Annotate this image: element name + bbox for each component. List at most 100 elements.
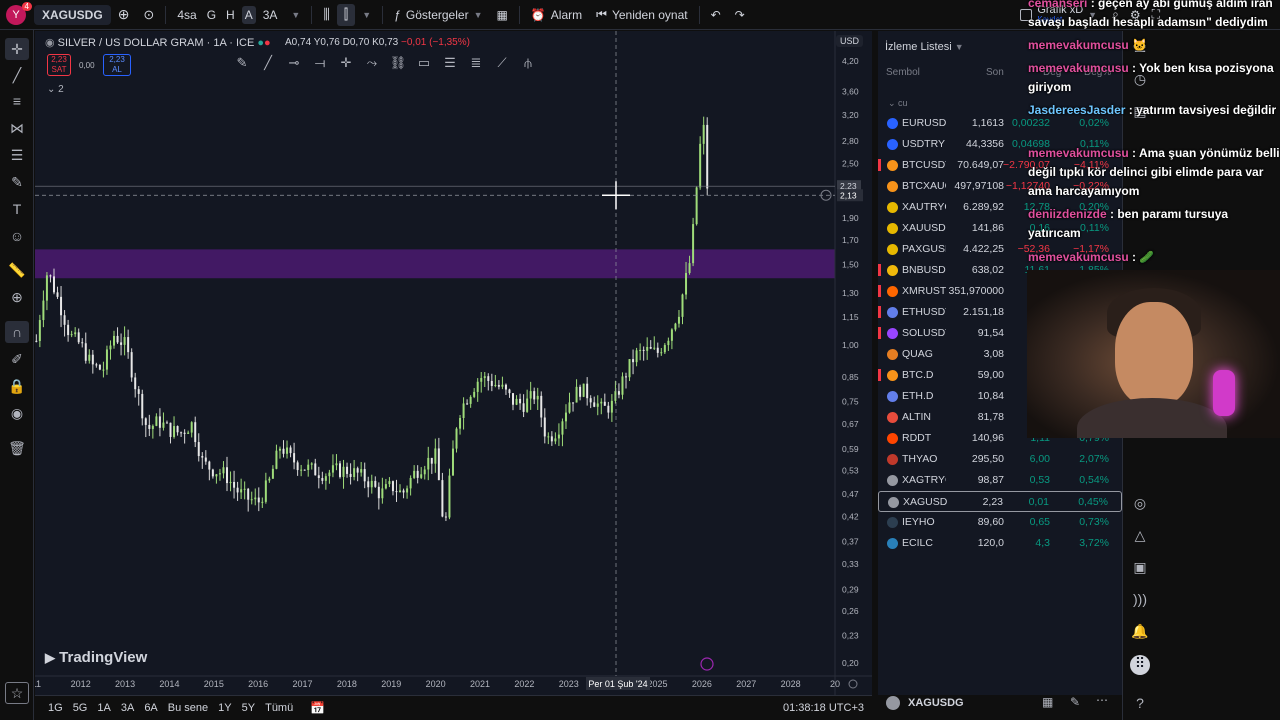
crosshair-tool-icon[interactable]: ✛ [5, 38, 29, 60]
timeframe-3[interactable]: A [241, 5, 256, 24]
range-button-3[interactable]: 3A [116, 702, 139, 714]
timeframe-4[interactable]: 3A [260, 6, 281, 24]
column-last[interactable]: Son [986, 67, 1004, 78]
emoji-tool-icon[interactable]: ☺ [5, 225, 29, 247]
lock-drawings-icon[interactable]: ✐ [5, 348, 29, 370]
range-button-4[interactable]: 6A [139, 702, 162, 714]
ray-icon[interactable]: ⟞ [311, 55, 329, 71]
ohlc-values: A0,74 Y0,76 D0,70 K0,73 −0,01 (−1,35%) [285, 37, 470, 48]
timeframe-dropdown-icon[interactable]: ▼ [284, 0, 307, 30]
eye-icon[interactable]: ◉ [5, 402, 29, 424]
flag-marker[interactable] [878, 264, 881, 276]
pattern-tool-icon[interactable]: ⋈ [5, 117, 29, 139]
cross-icon[interactable]: ✛ [337, 55, 355, 71]
indicators-button[interactable]: ƒ Göstergeler ▼ [387, 0, 489, 30]
price-chart[interactable]: 4,203,603,202,802,502,231,901,701,501,30… [35, 31, 872, 695]
clock[interactable]: 01:38:18 UTC+3 [783, 702, 864, 714]
lock-icon[interactable]: 🔒 [5, 375, 29, 397]
buy-button[interactable]: 2,23 AL [103, 54, 131, 76]
range-button-2[interactable]: 1A [92, 702, 115, 714]
column-symbol[interactable]: Sembol [886, 67, 920, 78]
pencil-icon[interactable]: ✎ [233, 55, 251, 71]
flag-marker[interactable] [878, 306, 881, 318]
redo-icon[interactable]: ↷ [728, 0, 752, 30]
flag-marker[interactable] [878, 285, 881, 297]
grid-icon[interactable]: ▦ [1042, 695, 1053, 709]
watchlist-row[interactable]: XAGTRYG 98,87 0,53 0,54% [878, 470, 1122, 491]
trash-icon[interactable]: 🗑 [5, 437, 29, 459]
magnet-icon[interactable]: ∩ [5, 321, 29, 343]
chart-type-dropdown-icon[interactable]: ▼ [355, 0, 378, 30]
templates-icon[interactable]: ▦ [490, 0, 515, 30]
more-icon[interactable]: ⋯ [1096, 693, 1108, 707]
trendline-tool-icon[interactable]: ╱ [5, 64, 29, 86]
notifications-bell-icon[interactable]: 🔔 [1130, 623, 1150, 643]
flag-marker[interactable] [878, 327, 881, 339]
candle-body [692, 224, 695, 264]
timeframe-2[interactable]: H [223, 6, 238, 24]
currency-selector[interactable]: USD [836, 35, 864, 47]
undo-icon[interactable]: ↶ [704, 0, 728, 30]
chat-message: memevakumcusu : Ama şuan yönümüz belli d… [1028, 144, 1280, 201]
calendar-icon[interactable]: ▣ [1130, 559, 1150, 579]
range-button-7[interactable]: 5Y [237, 702, 260, 714]
apps-icon[interactable]: ⠿ [1130, 655, 1150, 675]
help-icon[interactable]: ? [1130, 695, 1150, 715]
chart-canvas[interactable]: 4,203,603,202,802,502,231,901,701,501,30… [35, 31, 872, 695]
watchlist-row[interactable]: XAGUSDG 2,23 0,01 0,45% [878, 491, 1122, 512]
symbol-search-button[interactable]: XAGUSDG [34, 4, 111, 25]
footer-symbol[interactable]: XAGUSDG [908, 697, 964, 709]
range-button-0[interactable]: 1G [43, 702, 68, 714]
stream-icon[interactable]: ))) [1130, 591, 1150, 611]
indicator-count[interactable]: ⌄ 2 [47, 84, 64, 95]
sell-button[interactable]: 2,23 SAT [47, 54, 71, 76]
watchlist-row[interactable]: IEYHO 89,60 0,65 0,73% [878, 512, 1122, 533]
replay-button[interactable]: ⏮ Yeniden oynat [589, 0, 694, 30]
alarm-button[interactable]: ⏰ Alarm [524, 0, 589, 30]
horizontal-lines-tool-icon[interactable]: ≡ [5, 90, 29, 112]
candle-body [536, 395, 539, 400]
nodes-icon[interactable]: ⛓ [389, 55, 407, 71]
fib-tool-icon[interactable]: ☰ [5, 144, 29, 166]
timeframe-0[interactable]: 4sa [174, 6, 199, 24]
user-avatar[interactable]: Y4 [6, 1, 32, 25]
parallel-icon[interactable]: ≣ [467, 55, 485, 71]
candle-body [296, 462, 299, 471]
ideas-icon[interactable]: △ [1130, 527, 1150, 547]
range-button-6[interactable]: 1Y [213, 702, 236, 714]
watchlist-group-header[interactable]: ⌄ cu [888, 98, 908, 109]
watchlist-row[interactable]: THYAO 295,50 6,00 2,07% [878, 449, 1122, 470]
watchlist-title[interactable]: İzleme Listesi ▼ [885, 41, 964, 53]
fib-icon[interactable]: ☰ [441, 55, 459, 71]
target-icon[interactable]: ◎ [1130, 495, 1150, 515]
candle-body [321, 478, 324, 481]
calendar-icon[interactable]: 📅 [310, 701, 325, 715]
range-button-1[interactable]: 5G [68, 702, 93, 714]
pitchfork-icon[interactable]: ⫛ [519, 55, 537, 71]
zoom-icon[interactable]: ⊕ [5, 286, 29, 308]
ruler-tool-icon[interactable]: 📏 [5, 259, 29, 281]
candle-body [635, 350, 638, 363]
row-change: 0,53 [1029, 474, 1050, 486]
favorites-star-icon[interactable]: ☆ [5, 682, 29, 704]
path-icon[interactable]: ⤳ [363, 55, 381, 71]
text-tool-icon[interactable]: T [5, 198, 29, 220]
line-icon[interactable]: ╱ [259, 55, 277, 71]
add-symbol-icon[interactable]: ⊕ [111, 0, 137, 30]
watchlist-row[interactable]: ECILC 120,0 4,3 3,72% [878, 533, 1122, 554]
flag-marker[interactable] [878, 159, 881, 171]
h-line-icon[interactable]: ⊸ [285, 55, 303, 71]
range-button-8[interactable]: Tümü [260, 702, 298, 714]
compare-icon[interactable]: ⊙ [136, 0, 161, 30]
price-tick-label: 3,20 [842, 110, 859, 120]
brush-tool-icon[interactable]: ✎ [5, 171, 29, 193]
chart-type-bars-icon[interactable]: ⫿ [336, 3, 356, 26]
rect-icon[interactable]: ▭ [415, 55, 433, 71]
edit-icon[interactable]: ✎ [1070, 695, 1080, 709]
candle-body [533, 391, 536, 400]
flag-marker[interactable] [878, 369, 881, 381]
range-button-5[interactable]: Bu sene [163, 702, 213, 714]
timeframe-1[interactable]: G [204, 6, 219, 24]
chart-type-candles-icon[interactable]: ⫼ [316, 0, 336, 30]
pen-icon[interactable]: ⟋ [493, 55, 511, 71]
